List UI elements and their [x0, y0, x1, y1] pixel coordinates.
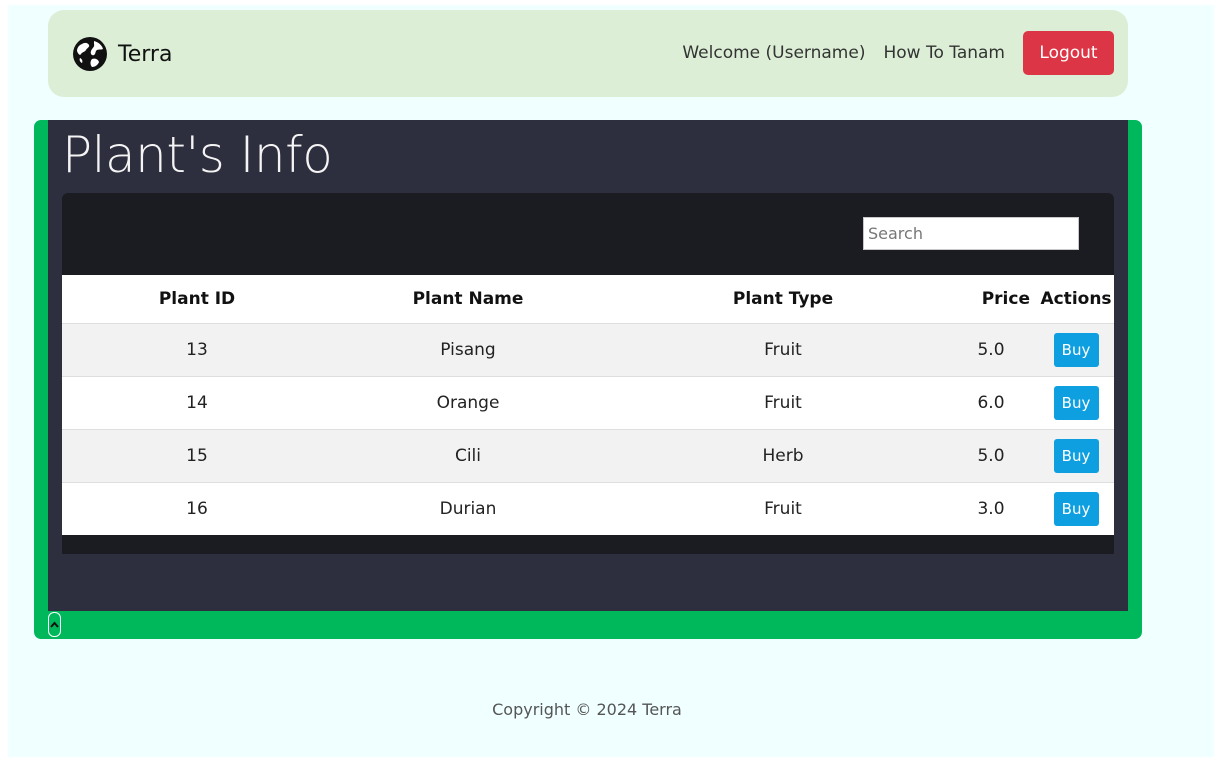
cell-plant-type: Fruit — [604, 322, 962, 376]
nav-links: Welcome (Username) How To Tanam Logout — [682, 31, 1114, 75]
cell-plant-name: Durian — [332, 481, 604, 535]
cell-actions: Buy — [1038, 481, 1114, 535]
cell-price: 5.0 — [962, 428, 1038, 482]
cell-plant-name: Cili — [332, 428, 604, 482]
cell-actions: Buy — [1038, 322, 1114, 376]
table-header-row: Plant ID Plant Name Plant Type Price Act… — [62, 275, 1114, 323]
logout-button[interactable]: Logout — [1023, 31, 1114, 75]
how-to-tanam-link[interactable]: How To Tanam — [883, 43, 1005, 63]
plants-table: Plant ID Plant Name Plant Type Price Act… — [62, 275, 1114, 535]
cell-actions: Buy — [1038, 375, 1114, 429]
cell-plant-type: Fruit — [604, 481, 962, 535]
header-plant-id[interactable]: Plant ID — [62, 275, 332, 323]
cell-plant-id: 13 — [62, 322, 332, 376]
cell-actions: Buy — [1038, 428, 1114, 482]
cell-price: 3.0 — [962, 481, 1038, 535]
cell-plant-id: 14 — [62, 375, 332, 429]
cell-plant-name: Pisang — [332, 322, 604, 376]
buy-button[interactable]: Buy — [1053, 491, 1099, 526]
search-input[interactable] — [863, 217, 1079, 250]
cell-price: 6.0 — [962, 375, 1038, 429]
table-row: 15 Cili Herb 5.0 Buy — [62, 428, 1114, 482]
cell-plant-id: 16 — [62, 481, 332, 535]
brand-name: Terra — [118, 41, 173, 67]
scroll-toggle-button[interactable] — [48, 612, 61, 637]
buy-button[interactable]: Buy — [1053, 385, 1099, 420]
table-row: 14 Orange Fruit 6.0 Buy — [62, 375, 1114, 429]
cell-plant-id: 15 — [62, 428, 332, 482]
table-row: 13 Pisang Fruit 5.0 Buy — [62, 322, 1114, 376]
cell-plant-type: Fruit — [604, 375, 962, 429]
footer-copyright: Copyright © 2024 Terra — [492, 700, 682, 719]
header-plant-name[interactable]: Plant Name — [332, 275, 604, 323]
buy-button[interactable]: Buy — [1053, 438, 1099, 473]
globe-icon — [72, 36, 108, 72]
buy-button[interactable]: Buy — [1053, 332, 1099, 367]
cell-plant-name: Orange — [332, 375, 604, 429]
header-actions: Actions — [1038, 275, 1114, 323]
cell-price: 5.0 — [962, 322, 1038, 376]
navbar: Terra Welcome (Username) How To Tanam Lo… — [48, 10, 1128, 97]
table-row: 16 Durian Fruit 3.0 Buy — [62, 481, 1114, 535]
header-price[interactable]: Price — [962, 275, 1038, 323]
welcome-link[interactable]: Welcome (Username) — [682, 43, 865, 63]
chevron-up-icon — [50, 621, 59, 628]
brand[interactable]: Terra — [72, 36, 172, 72]
page-title: Plant's Info — [62, 126, 333, 184]
cell-plant-type: Herb — [604, 428, 962, 482]
header-plant-type[interactable]: Plant Type — [604, 275, 962, 323]
